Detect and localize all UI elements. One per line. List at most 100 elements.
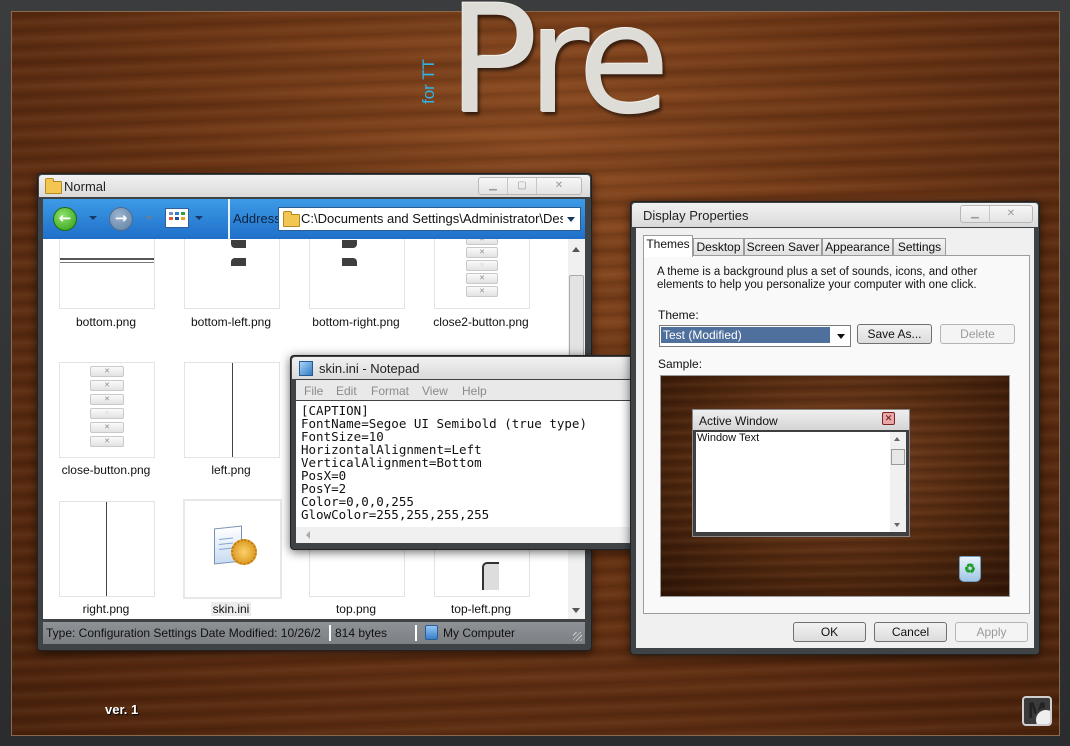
- display-properties-window: Display Properties ▁ ✕ Themes Desktop Sc…: [630, 201, 1040, 655]
- file-item[interactable]: ✕ ✕ ✕ ✕ ✕ close2-button.png: [426, 239, 536, 359]
- chevron-down-icon[interactable]: [837, 334, 845, 339]
- menu-file[interactable]: File: [304, 384, 323, 398]
- delete-button[interactable]: Delete: [940, 324, 1015, 344]
- menu-format[interactable]: Format: [371, 384, 409, 398]
- sample-client-area: Window Text: [696, 432, 906, 532]
- file-item[interactable]: bottom-left.png: [176, 239, 286, 359]
- cancel-button[interactable]: Cancel: [874, 622, 947, 642]
- file-name: bottom.png: [75, 315, 137, 329]
- themes-description: A theme is a background plus a set of so…: [657, 266, 978, 291]
- scroll-up-icon: [894, 437, 900, 441]
- views-dropdown-icon[interactable]: [195, 216, 203, 220]
- resize-grip[interactable]: [573, 632, 582, 641]
- notepad-titlebar[interactable]: skin.ini - Notepad: [292, 357, 636, 379]
- display-title: Display Properties: [643, 208, 749, 223]
- scroll-up-icon[interactable]: [572, 247, 580, 252]
- version-label: ver. 1: [105, 702, 139, 717]
- file-name: close2-button.png: [433, 315, 529, 329]
- scroll-down-icon[interactable]: [572, 608, 580, 613]
- file-thumbnail: [184, 239, 280, 309]
- scroll-left-icon[interactable]: [306, 531, 310, 539]
- menu-edit[interactable]: Edit: [336, 384, 357, 398]
- file-thumbnail: ✕ ✕ ✕ ✕ ✕ ✕: [59, 362, 155, 458]
- sample-titlebar: Active Window ✕: [693, 410, 909, 430]
- explorer-toolbar: ← → Address C:\Documents and Settings\Ad…: [43, 199, 585, 239]
- file-item[interactable]: ✕ ✕ ✕ ✕ ✕ ✕ close-button.png: [51, 362, 161, 492]
- ok-button[interactable]: OK: [793, 622, 866, 642]
- file-thumbnail: [59, 501, 155, 597]
- status-details: Type: Configuration Settings Date Modifi…: [46, 626, 321, 640]
- notepad-title: skin.ini - Notepad: [319, 361, 420, 376]
- menu-view[interactable]: View: [422, 384, 448, 398]
- address-dropdown-icon[interactable]: [567, 217, 575, 222]
- sample-close-icon: ✕: [882, 412, 895, 425]
- theme-select[interactable]: Test (Modified): [659, 325, 851, 347]
- file-name: top-left.png: [450, 602, 512, 616]
- display-titlebar[interactable]: Display Properties ▁ ✕: [632, 203, 1038, 227]
- file-name: top.png: [335, 602, 377, 616]
- file-name: right.png: [82, 602, 130, 616]
- status-bar: Type: Configuration Settings Date Modifi…: [43, 622, 585, 644]
- address-value: C:\Documents and Settings\Administrator\…: [301, 211, 563, 226]
- explorer-title: Normal: [64, 179, 106, 194]
- theme-label: Theme:: [658, 308, 699, 322]
- folder-icon: [45, 178, 62, 194]
- toolbar-separator: [228, 199, 230, 239]
- file-item-selected[interactable]: skin.ini: [176, 499, 286, 619]
- status-location: My Computer: [443, 626, 516, 640]
- forward-arrow-icon[interactable]: →: [109, 207, 133, 231]
- minimize-button[interactable]: ▁: [961, 206, 990, 222]
- file-name: bottom-left.png: [190, 315, 272, 329]
- theme-sample-preview: Active Window ✕ Window Text ♻: [660, 375, 1010, 597]
- sample-window-text: Window Text: [697, 432, 760, 444]
- address-input[interactable]: C:\Documents and Settings\Administrator\…: [278, 207, 581, 231]
- minimize-button[interactable]: ▁: [479, 178, 508, 194]
- recycle-bin-icon: ♻: [959, 556, 981, 582]
- sample-label: Sample:: [658, 357, 703, 371]
- close-button[interactable]: ✕: [990, 206, 1032, 222]
- explorer-titlebar[interactable]: Normal ▁ ▢ ✕: [39, 175, 590, 197]
- file-thumbnail: [59, 239, 155, 309]
- status-size: 814 bytes: [335, 626, 388, 640]
- scroll-thumb: [891, 449, 905, 465]
- file-thumbnail: ✕ ✕ ✕ ✕ ✕: [434, 239, 530, 309]
- my-computer-icon: [425, 625, 438, 640]
- logo-title: Pre: [448, 0, 671, 148]
- apply-button[interactable]: Apply: [955, 622, 1028, 642]
- horizontal-scrollbar[interactable]: [296, 527, 641, 543]
- file-name: close-button.png: [61, 463, 151, 477]
- notepad-menubar: File Edit Format View Help: [296, 380, 641, 400]
- tab-desktop[interactable]: Desktop: [693, 238, 744, 256]
- file-item[interactable]: right.png: [51, 501, 161, 619]
- close-button[interactable]: ✕: [537, 178, 581, 194]
- theme-selected-value: Test (Modified): [661, 327, 830, 343]
- status-divider: [329, 625, 331, 641]
- file-item[interactable]: bottom-right.png: [301, 239, 411, 359]
- back-dropdown-icon[interactable]: [89, 216, 97, 220]
- notepad-window: skin.ini - Notepad File Edit Format View…: [290, 355, 641, 550]
- address-label: Address: [233, 211, 281, 226]
- sample-window-title: Active Window: [699, 414, 778, 428]
- caption-buttons: ▁ ▢ ✕: [478, 177, 582, 195]
- notepad-icon: [299, 361, 313, 376]
- file-item[interactable]: bottom.png: [51, 239, 161, 359]
- status-divider: [415, 625, 417, 641]
- save-as-button[interactable]: Save As...: [857, 324, 932, 344]
- views-icon[interactable]: [165, 208, 189, 228]
- file-name: left.png: [211, 463, 251, 477]
- corner-logo-curl: [1034, 708, 1050, 724]
- display-body: Themes Desktop Screen Saver Appearance S…: [636, 228, 1034, 648]
- menu-help[interactable]: Help: [462, 384, 487, 398]
- caption-buttons: ▁ ✕: [960, 205, 1033, 223]
- tab-appearance[interactable]: Appearance: [822, 238, 893, 256]
- file-item[interactable]: left.png: [176, 362, 286, 492]
- back-arrow-icon[interactable]: ←: [53, 207, 77, 231]
- tab-settings[interactable]: Settings: [893, 238, 946, 256]
- forward-dropdown-icon[interactable]: [145, 216, 153, 220]
- maximize-button[interactable]: ▢: [508, 178, 537, 194]
- notepad-text-area[interactable]: [CAPTION] FontName=Segoe UI Semibold (tr…: [296, 401, 641, 527]
- tab-screen-saver[interactable]: Screen Saver: [744, 238, 822, 256]
- sample-scrollbar: [890, 432, 906, 532]
- tab-themes[interactable]: Themes: [643, 235, 693, 257]
- file-name: skin.ini: [210, 602, 252, 616]
